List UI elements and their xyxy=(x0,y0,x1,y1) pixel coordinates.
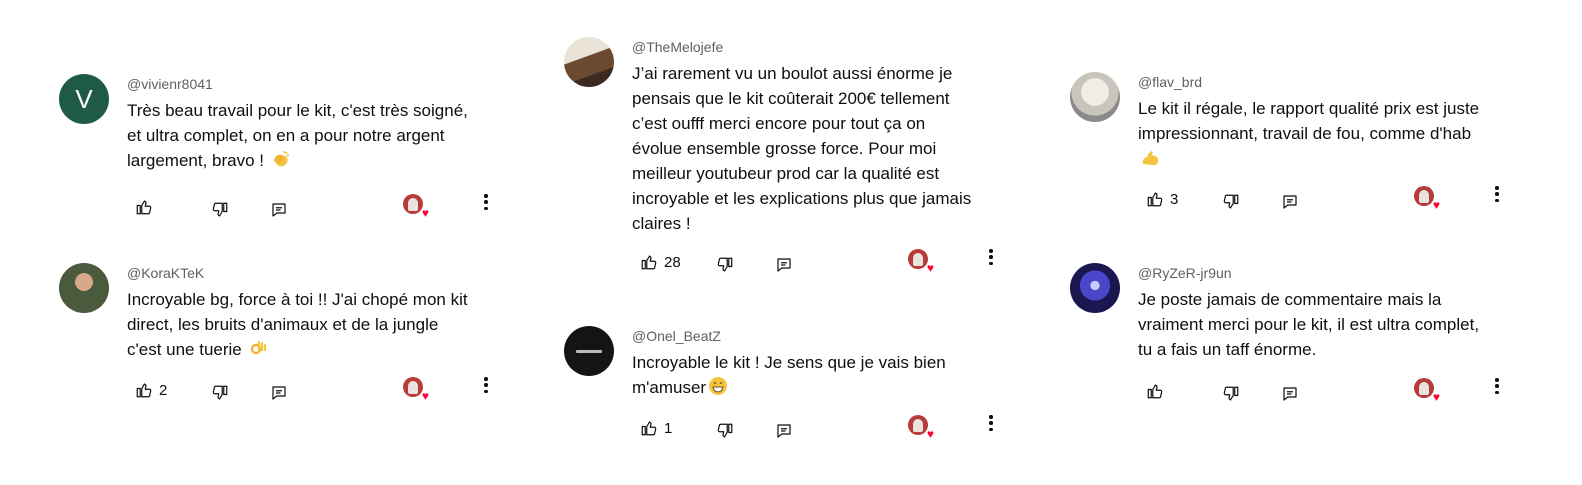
reply-button[interactable] xyxy=(270,380,288,406)
reply-icon xyxy=(775,422,793,440)
dislike-button[interactable] xyxy=(211,380,229,406)
thumbs-up-icon xyxy=(640,253,658,271)
comment-text: Très beau travail pour le kit, c'est trè… xyxy=(127,101,468,170)
creator-heart-icon[interactable]: ♥ xyxy=(1414,378,1440,403)
comment-text: Le kit il régale, le rapport qualité pri… xyxy=(1138,96,1538,171)
more-options-button[interactable] xyxy=(1493,184,1501,204)
comment-author-handle[interactable]: @Onel_BeatZ xyxy=(632,326,1032,346)
comment-text: J’ai rarement vu un boulot aussi énorme … xyxy=(632,64,972,233)
thumbs-down-icon xyxy=(716,256,734,274)
thumbs-down-icon xyxy=(716,422,734,440)
thumbs-up-icon xyxy=(1146,382,1164,400)
reply-button[interactable] xyxy=(270,197,288,223)
avatar[interactable]: V xyxy=(59,74,109,124)
creator-heart-icon[interactable]: ♥ xyxy=(403,194,429,219)
flexed-biceps-emoji-icon xyxy=(1142,151,1159,166)
like-button[interactable]: 3 xyxy=(1146,186,1178,212)
reply-icon xyxy=(1281,193,1299,211)
more-options-button[interactable] xyxy=(482,375,490,395)
thumbs-down-icon xyxy=(211,384,229,402)
thumbs-up-icon xyxy=(1146,190,1164,208)
comment-author-handle[interactable]: @KoraKTeK xyxy=(127,263,527,283)
thumbs-up-icon xyxy=(135,198,153,216)
like-count: 3 xyxy=(1170,190,1179,208)
more-options-button[interactable] xyxy=(987,247,995,267)
like-button[interactable]: 28 xyxy=(640,249,681,275)
creator-heart-icon[interactable]: ♥ xyxy=(908,249,934,274)
ok-hand-emoji-icon xyxy=(251,340,267,355)
like-count: 2 xyxy=(159,381,168,399)
comment-text: Incroyable bg, force à toi !! J'ai chopé… xyxy=(127,290,468,359)
reply-icon xyxy=(775,256,793,274)
creator-heart-icon[interactable]: ♥ xyxy=(1414,186,1440,211)
avatar[interactable] xyxy=(59,263,109,313)
clapping-hands-emoji-icon xyxy=(274,150,290,167)
reply-button[interactable] xyxy=(775,418,793,444)
avatar[interactable] xyxy=(564,326,614,376)
comment-text: Je poste jamais de commentaire mais la v… xyxy=(1138,290,1480,359)
thumbs-up-icon xyxy=(135,381,153,399)
creator-heart-icon[interactable]: ♥ xyxy=(403,377,429,402)
creator-heart-icon[interactable]: ♥ xyxy=(908,415,934,440)
like-button[interactable] xyxy=(135,194,159,220)
like-button[interactable]: 2 xyxy=(135,377,167,403)
comment-author-handle[interactable]: @flav_brd xyxy=(1138,72,1538,92)
more-options-button[interactable] xyxy=(482,192,490,212)
dislike-button[interactable] xyxy=(211,197,229,223)
like-count: 28 xyxy=(664,253,681,271)
grinning-face-emoji-icon xyxy=(709,377,728,395)
comment-author-handle[interactable]: @vivienr8041 xyxy=(127,74,527,94)
reply-icon xyxy=(270,384,288,402)
reply-icon xyxy=(1281,385,1299,403)
dislike-button[interactable] xyxy=(1222,189,1240,215)
reply-icon xyxy=(270,201,288,219)
comment-text: Incroyable le kit ! Je sens que je vais … xyxy=(632,353,946,397)
avatar[interactable] xyxy=(564,37,614,87)
dislike-button[interactable] xyxy=(716,418,734,444)
avatar[interactable] xyxy=(1070,263,1120,313)
like-count: 1 xyxy=(664,419,673,437)
more-options-button[interactable] xyxy=(1493,376,1501,396)
like-button[interactable]: 1 xyxy=(640,415,672,441)
comment-author-handle[interactable]: @TheMelojefe xyxy=(632,37,1032,57)
dislike-button[interactable] xyxy=(716,252,734,278)
thumbs-up-icon xyxy=(640,419,658,437)
comment-author-handle[interactable]: @RyZeR-jr9un xyxy=(1138,263,1538,283)
reply-button[interactable] xyxy=(1281,189,1299,215)
thumbs-down-icon xyxy=(211,201,229,219)
thumbs-down-icon xyxy=(1222,193,1240,211)
dislike-button[interactable] xyxy=(1222,381,1240,407)
reply-button[interactable] xyxy=(775,252,793,278)
more-options-button[interactable] xyxy=(987,413,995,433)
thumbs-down-icon xyxy=(1222,385,1240,403)
reply-button[interactable] xyxy=(1281,381,1299,407)
avatar[interactable] xyxy=(1070,72,1120,122)
like-button[interactable] xyxy=(1146,378,1170,404)
